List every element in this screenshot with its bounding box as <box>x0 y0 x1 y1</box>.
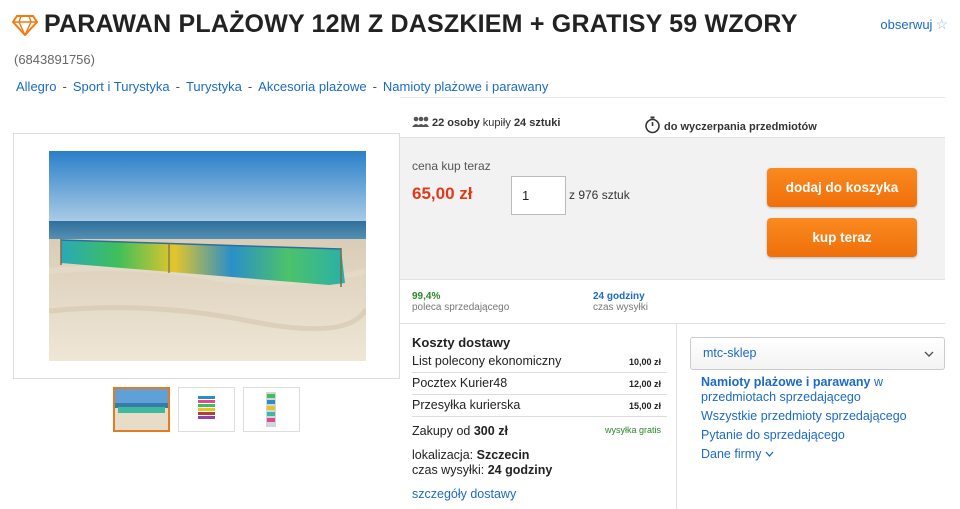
observe-link[interactable]: obserwuj ☆ <box>880 16 948 33</box>
free-prefix: Zakupy od <box>412 424 471 438</box>
shipping-option-name: Pocztex Kurier48 <box>412 376 508 390</box>
chevron-down-icon <box>924 351 934 357</box>
location-label: lokalizacja: <box>412 448 474 462</box>
recommend-value: 99,4% <box>412 291 441 302</box>
price-label: cena kup teraz <box>412 159 491 173</box>
free-amount: 300 zł <box>473 424 508 438</box>
shipping-title: Koszty dostawy <box>412 335 511 350</box>
bought-text: kupiły <box>482 117 511 129</box>
free-shipping-row: Zakupy od 300 zł wysyłka gratis <box>412 424 667 438</box>
company-data-label: Dane firmy <box>701 447 762 461</box>
dispatch-time-label: czas wysyłki: <box>412 463 485 477</box>
quantity-input[interactable] <box>511 176 566 215</box>
dispatch-value: 24 godziny <box>593 291 645 302</box>
bought-qty: 24 sztuki <box>513 117 561 129</box>
until-text: do wyczerpania przedmiotów <box>664 121 817 133</box>
shipping-option: Przesyłka kurierska 15,00 zł <box>412 396 667 417</box>
offer-id: (6843891756) <box>14 52 95 67</box>
seller-all-items-link[interactable]: Wszystkie przedmioty sprzedającego <box>701 409 907 423</box>
thumbnail-image <box>266 392 276 427</box>
shipping-option-name: Przesyłka kurierska <box>412 398 521 412</box>
breadcrumb-sport[interactable]: Sport i Turystyka <box>73 79 170 94</box>
star-icon: ☆ <box>935 16 948 32</box>
recommend-stat: 99,4% poleca sprzedającego <box>412 291 509 313</box>
dispatch-label: czas wysyłki <box>593 302 649 313</box>
stopwatch-icon <box>645 116 660 134</box>
shipping-details-link[interactable]: szczegóły dostawy <box>412 487 516 501</box>
divider <box>676 324 677 509</box>
product-photo <box>49 151 366 361</box>
location-value: Szczecin <box>476 448 530 462</box>
recommend-label: poleca sprzedającego <box>412 302 510 313</box>
title-row: PARAWAN PLAŻOWY 12M Z DASZKIEM + GRATISY… <box>12 8 948 44</box>
shipping-option: List polecony ekonomiczny 10,00 zł <box>412 352 667 373</box>
shipping-option-price: 12,00 zł <box>628 379 661 389</box>
seller-category-bold[interactable]: Namioty plażowe i parawany <box>701 375 871 389</box>
buy-box: cena kup teraz 65,00 zł z 976 sztuk doda… <box>400 137 945 280</box>
ask-seller-link[interactable]: Pytanie do sprzedającego <box>701 428 845 442</box>
divider <box>400 97 945 98</box>
thumbnail-2[interactable] <box>178 387 235 432</box>
breadcrumb-separator: - <box>175 79 180 94</box>
breadcrumb: Allegro - Sport i Turystyka - Turystyka - Akce… <box>16 79 548 94</box>
page-title: PARAWAN PLAŻOWY 12M Z DASZKIEM + GRATISY… <box>44 10 798 38</box>
buy-now-button[interactable]: kup teraz <box>767 218 917 257</box>
availability-stat: do wyczerpania przedmiotów <box>644 116 817 134</box>
diamond-icon <box>12 15 38 36</box>
breadcrumb-separator: - <box>62 79 67 94</box>
breadcrumb-separator: - <box>372 79 377 94</box>
free-shipping-label: wysyłka gratis <box>604 425 661 435</box>
chevron-down-icon <box>765 451 774 457</box>
seller-category-link[interactable]: Namioty plażowe i parawany w przedmiotac… <box>701 375 951 405</box>
buyers-stat: 22 osoby kupiły 24 sztuki <box>412 116 560 129</box>
thumbnail-3[interactable] <box>243 387 300 432</box>
add-to-cart-button[interactable]: dodaj do koszyka <box>767 168 917 207</box>
seller-dropdown[interactable]: mtc-sklep <box>690 337 945 370</box>
company-data-link[interactable]: Dane firmy <box>701 447 774 461</box>
breadcrumb-akcesoria[interactable]: Akcesoria plażowe <box>258 79 366 94</box>
location-block: lokalizacja: Szczecin czas wysyłki: 24 g… <box>412 448 552 478</box>
shipping-option-price: 15,00 zł <box>628 401 661 411</box>
seller-links: Namioty plażowe i parawany w przedmiotac… <box>701 375 951 466</box>
product-image-box[interactable] <box>13 133 400 379</box>
thumbnail-1[interactable] <box>113 387 170 432</box>
people-icon <box>412 116 429 127</box>
thumbnail-image <box>115 389 168 430</box>
available-quantity: z 976 sztuk <box>569 188 630 202</box>
breadcrumb-separator: - <box>247 79 253 94</box>
dispatch-stat: 24 godziny czas wysyłki <box>593 291 648 313</box>
dispatch-time-value: 24 godziny <box>487 463 553 477</box>
shipping-option-price: 10,00 zł <box>628 357 661 367</box>
shipping-option: Pocztex Kurier48 12,00 zł <box>412 374 667 395</box>
divider <box>400 323 945 324</box>
breadcrumb-namioty[interactable]: Namioty plażowe i parawany <box>383 79 548 94</box>
breadcrumb-turystyka[interactable]: Turystyka <box>186 79 242 94</box>
observe-label: obserwuj <box>880 17 933 32</box>
thumbnail-image <box>198 396 215 419</box>
breadcrumb-allegro[interactable]: Allegro <box>16 79 56 94</box>
shipping-option-name: List polecony ekonomiczny <box>412 354 562 368</box>
price: 65,00 zł <box>412 184 473 203</box>
seller-name: mtc-sklep <box>703 346 757 360</box>
buyers-count: 22 osoby <box>432 117 480 129</box>
